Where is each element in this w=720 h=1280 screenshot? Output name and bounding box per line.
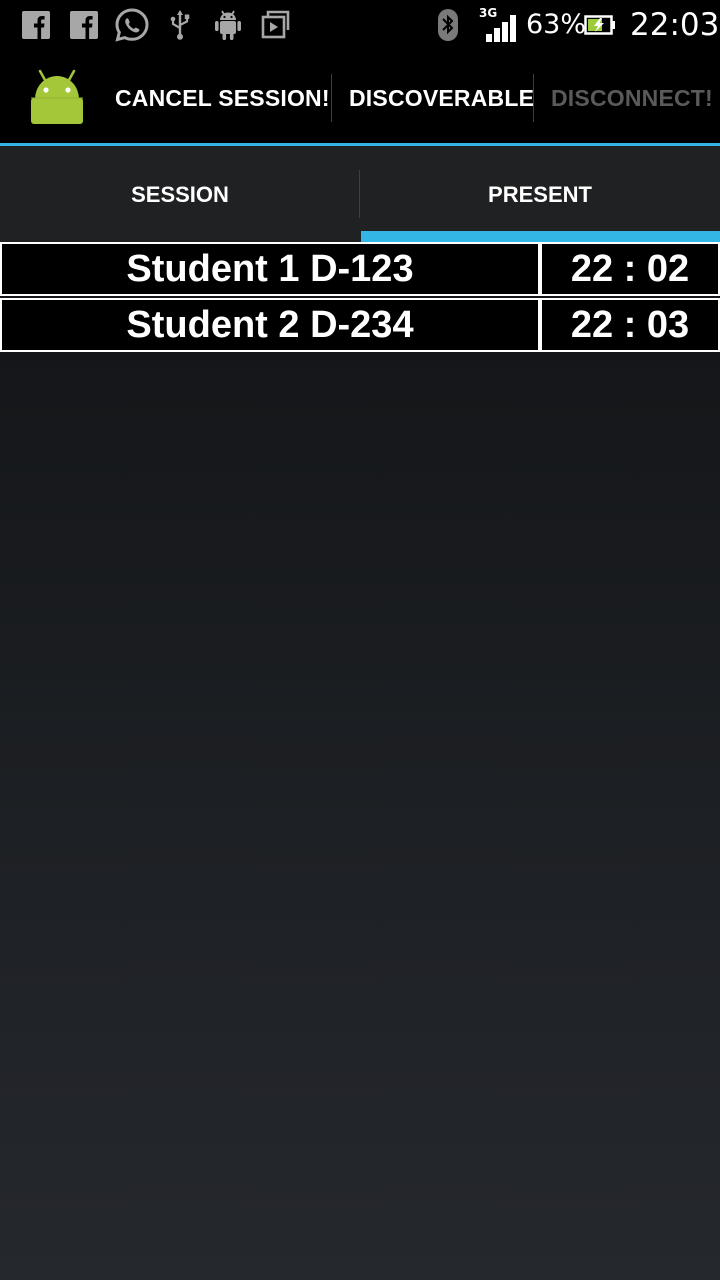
tab-selected-indicator [361,231,720,242]
status-clock: 22:03 [630,7,720,43]
media-icon [258,0,294,50]
action-divider [331,74,332,122]
facebook-icon [68,0,100,50]
facebook-icon [20,0,52,50]
battery-percent: 63% [526,9,587,40]
action-bar: CANCEL SESSION! DISCOVERABLE DISCONNECT! [0,50,720,143]
disconnect-button[interactable]: DISCONNECT! [551,50,713,143]
battery-charging-icon [584,0,616,50]
tab-present[interactable]: PRESENT [360,146,720,242]
check-in-time-cell: 22 : 02 [540,242,720,296]
android-icon[interactable] [26,68,88,128]
table-row[interactable]: Student 2 D-234 22 : 03 [0,298,720,352]
tab-session[interactable]: SESSION [0,146,360,242]
network-type-label: 3G [479,6,498,20]
discoverable-button[interactable]: DISCOVERABLE [349,50,534,143]
student-name-cell: Student 2 D-234 [0,298,540,352]
status-bar: 3G 63% 22:03 [0,0,720,50]
check-in-time-cell: 22 : 03 [540,298,720,352]
bluetooth-icon [436,0,460,50]
student-name-cell: Student 1 D-123 [0,242,540,296]
cancel-session-button[interactable]: CANCEL SESSION! [115,50,330,143]
tab-bar: SESSION PRESENT [0,146,720,242]
whatsapp-icon [113,0,151,50]
action-divider [533,74,534,122]
table-row[interactable]: Student 1 D-123 22 : 02 [0,242,720,296]
attendance-list: Student 1 D-123 22 : 02 Student 2 D-234 … [0,242,720,354]
usb-icon [167,0,193,50]
android-debug-icon [211,0,245,50]
